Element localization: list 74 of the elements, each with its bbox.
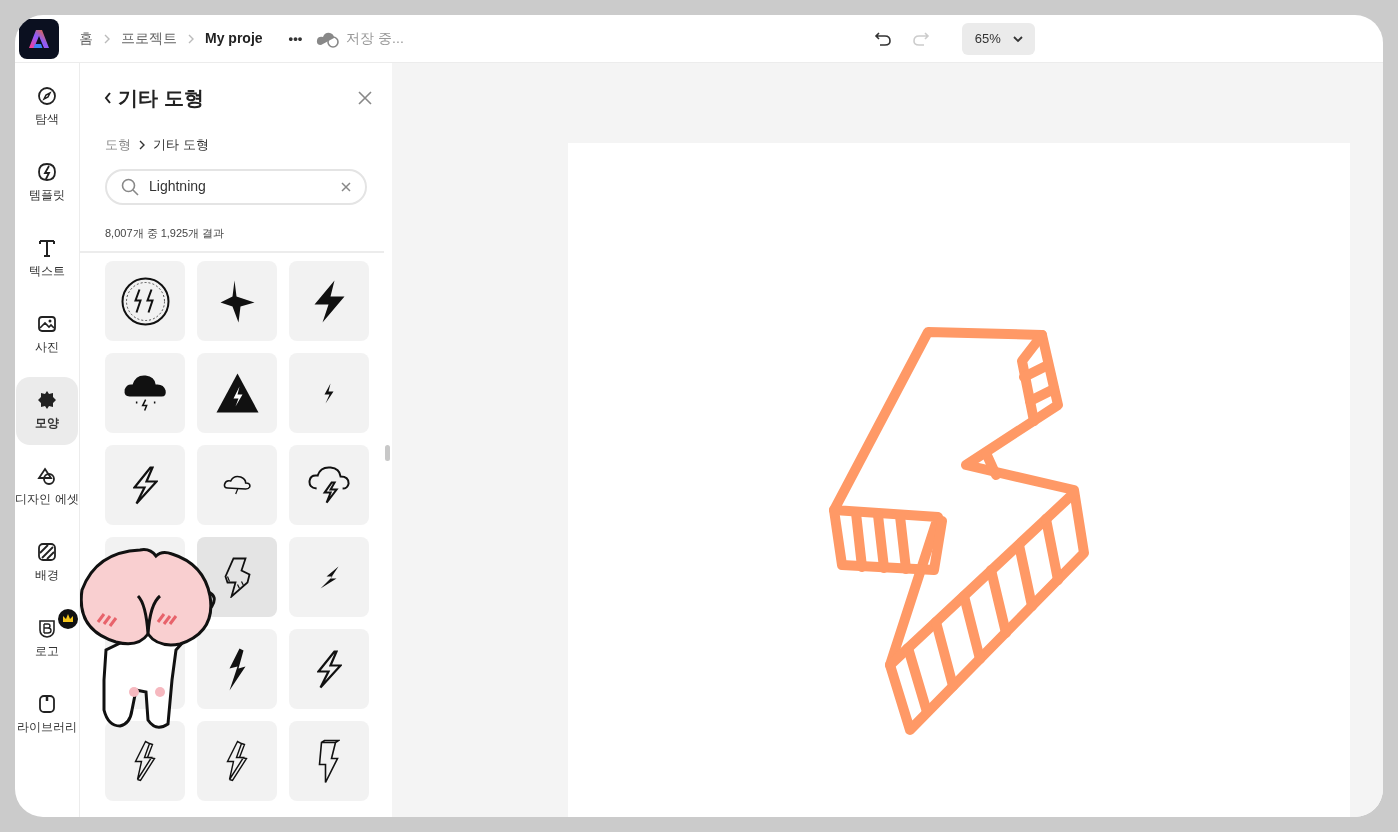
lightning-shape-icon	[318, 738, 340, 784]
lightning-shape-icon	[227, 646, 247, 692]
clear-icon	[341, 181, 351, 192]
result-count: 8,007개 중 1,925개 결과	[104, 225, 226, 241]
chevron-down-icon	[1012, 34, 1023, 43]
shape-tile[interactable]	[289, 261, 369, 341]
shape-tile[interactable]	[289, 629, 369, 709]
lightning-shape-icon	[122, 373, 168, 413]
logo-icon	[37, 618, 57, 638]
close-button[interactable]	[358, 91, 372, 105]
rail-item[interactable]: 모양	[16, 377, 78, 445]
lightning-shape-icon	[307, 465, 351, 505]
undo-button[interactable]	[874, 30, 893, 47]
rail-item[interactable]: 템플릿	[16, 149, 78, 217]
lightning-shape-icon	[134, 740, 156, 782]
shape-tile[interactable]	[197, 629, 277, 709]
app-logo[interactable]	[19, 18, 59, 59]
breadcrumb-link[interactable]: My proje	[205, 28, 263, 49]
lightning-shape-icon	[222, 474, 252, 496]
shape-icon	[37, 390, 57, 410]
redo-icon	[912, 30, 931, 47]
rail-item[interactable]: 탐색	[16, 73, 78, 141]
shape-tile[interactable]	[289, 537, 369, 617]
close-icon	[358, 91, 372, 105]
rail-item[interactable]: 텍스트	[16, 225, 78, 293]
search-input[interactable]: Lightning	[149, 176, 331, 197]
shape-tile[interactable]	[105, 353, 185, 433]
chevron-right-icon	[103, 32, 111, 45]
lightning-shape-icon	[218, 278, 256, 324]
shape-tile[interactable]	[105, 445, 185, 525]
lightning-shape-icon	[226, 740, 248, 782]
compass-icon	[37, 86, 57, 106]
chevron-right-icon	[139, 139, 145, 150]
text-icon	[37, 238, 57, 258]
library-icon	[37, 694, 57, 714]
shape-tile[interactable]	[105, 261, 185, 341]
more-button[interactable]: •••	[288, 28, 303, 49]
rail-item[interactable]: 배경	[16, 529, 78, 597]
shape-tile[interactable]	[197, 261, 277, 341]
lightning-shape-icon	[120, 276, 170, 326]
shape-tile[interactable]	[197, 445, 277, 525]
breadcrumb-link[interactable]: 프로젝트	[121, 28, 177, 49]
shape-tile[interactable]	[197, 353, 277, 433]
search-field[interactable]: Lightning	[105, 168, 367, 205]
rail-item[interactable]: 디자인 에셋	[16, 453, 78, 521]
shape-tile[interactable]	[289, 445, 369, 525]
shape-tile[interactable]	[289, 721, 369, 801]
rail-item[interactable]: 사진	[16, 301, 78, 369]
lightning-shape-icon	[132, 465, 158, 505]
rail-item[interactable]: 로고	[16, 605, 78, 673]
breadcrumb-link[interactable]: 도형	[105, 135, 131, 155]
breadcrumb-link[interactable]: 홈	[79, 28, 93, 49]
photo-icon	[37, 314, 57, 334]
lightning-shape-icon	[223, 556, 251, 598]
lightning-shape-icon	[316, 649, 342, 689]
chevron-left-icon	[104, 91, 112, 105]
background-icon	[37, 542, 57, 562]
zoom-dropdown[interactable]: 65%	[962, 22, 1036, 55]
template-icon	[37, 162, 57, 182]
chevron-right-icon	[187, 32, 195, 45]
assets-icon	[37, 466, 57, 486]
scrollbar-thumb[interactable]	[385, 445, 390, 461]
undo-icon	[874, 30, 893, 47]
shape-tile[interactable]	[197, 721, 277, 801]
shape-tile[interactable]	[197, 537, 277, 617]
shape-tile[interactable]	[289, 353, 369, 433]
rail-item[interactable]: 라이브러리	[16, 681, 78, 749]
breadcrumb-link[interactable]: 기타 도형	[153, 135, 209, 155]
lightning-shape-icon	[214, 372, 260, 414]
lightning-shape-icon	[318, 564, 340, 590]
back-button[interactable]: 기타 도형	[104, 83, 204, 113]
shape-tile[interactable]	[105, 721, 185, 801]
search-icon	[121, 177, 139, 196]
save-status: 저장 중...	[346, 29, 405, 48]
